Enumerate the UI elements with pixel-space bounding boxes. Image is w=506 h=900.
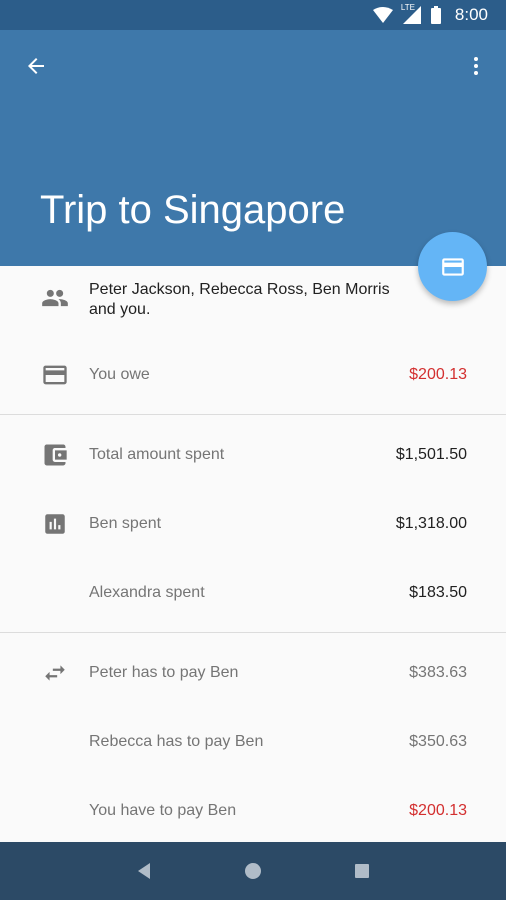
bar-chart-icon: [40, 509, 70, 539]
app-bar: Trip to Singapore: [0, 30, 506, 266]
spending-value: $183.50: [409, 584, 467, 601]
status-time: 8:00: [454, 5, 488, 24]
settlement-label: Peter has to pay Ben: [89, 664, 239, 681]
settlement-row[interactable]: Rebecca has to pay Ben $350.63: [0, 711, 506, 773]
settlement-label: You have to pay Ben: [89, 802, 237, 819]
divider: [0, 632, 506, 633]
circle-home-icon: [244, 863, 261, 879]
wallet-icon: [40, 440, 70, 470]
system-nav-bar: [0, 842, 506, 900]
spending-label: Ben spent: [89, 515, 162, 532]
nav-home-button[interactable]: [233, 851, 273, 891]
spending-label: Alexandra spent: [89, 584, 205, 601]
participants-text: Peter Jackson, Rebecca Ross, Ben Morris …: [89, 281, 390, 318]
owe-value: $200.13: [409, 366, 467, 383]
network-type-label: LTE: [400, 3, 415, 12]
square-recents-icon: [354, 864, 369, 878]
more-options-button[interactable]: [458, 48, 494, 84]
page-title: Trip to Singapore: [40, 188, 346, 232]
status-bar: LTE 8:00: [0, 0, 506, 30]
more-vert-icon: [474, 57, 478, 75]
divider: [0, 414, 506, 415]
settlement-value: $350.63: [409, 733, 467, 750]
settlement-row[interactable]: You have to pay Ben $200.13: [0, 780, 506, 842]
owe-row[interactable]: You owe $200.13: [0, 344, 506, 406]
person-spent-row[interactable]: Alexandra spent $183.50: [0, 562, 506, 624]
settlement-value: $383.63: [409, 664, 467, 681]
person-spent-row[interactable]: Ben spent $1,318.00: [0, 493, 506, 555]
settlement-label: Rebecca has to pay Ben: [89, 733, 264, 750]
arrow-back-icon: [28, 58, 44, 74]
settlement-row[interactable]: Peter has to pay Ben $383.63: [0, 642, 506, 704]
people-icon: [40, 283, 70, 313]
spending-value: $1,318.00: [395, 515, 467, 532]
spending-value: $1,501.50: [395, 446, 467, 463]
total-spent-row[interactable]: Total amount spent $1,501.50: [0, 424, 506, 486]
back-button[interactable]: [18, 48, 54, 84]
add-payment-fab[interactable]: [418, 232, 487, 301]
settlement-value: $200.13: [409, 802, 467, 819]
owe-label: You owe: [89, 366, 150, 383]
battery-icon: [430, 6, 441, 24]
lte-signal-icon: LTE: [400, 3, 421, 24]
credit-card-icon: [40, 360, 70, 390]
triangle-back-icon: [138, 863, 151, 879]
nav-recents-button[interactable]: [342, 851, 382, 891]
swap-horiz-icon: [40, 658, 70, 688]
credit-card-icon: [441, 257, 464, 276]
nav-back-button[interactable]: [124, 851, 164, 891]
spending-label: Total amount spent: [89, 446, 225, 463]
wifi-icon: [372, 7, 393, 23]
trip-details: Peter Jackson, Rebecca Ross, Ben Morris …: [0, 266, 506, 842]
